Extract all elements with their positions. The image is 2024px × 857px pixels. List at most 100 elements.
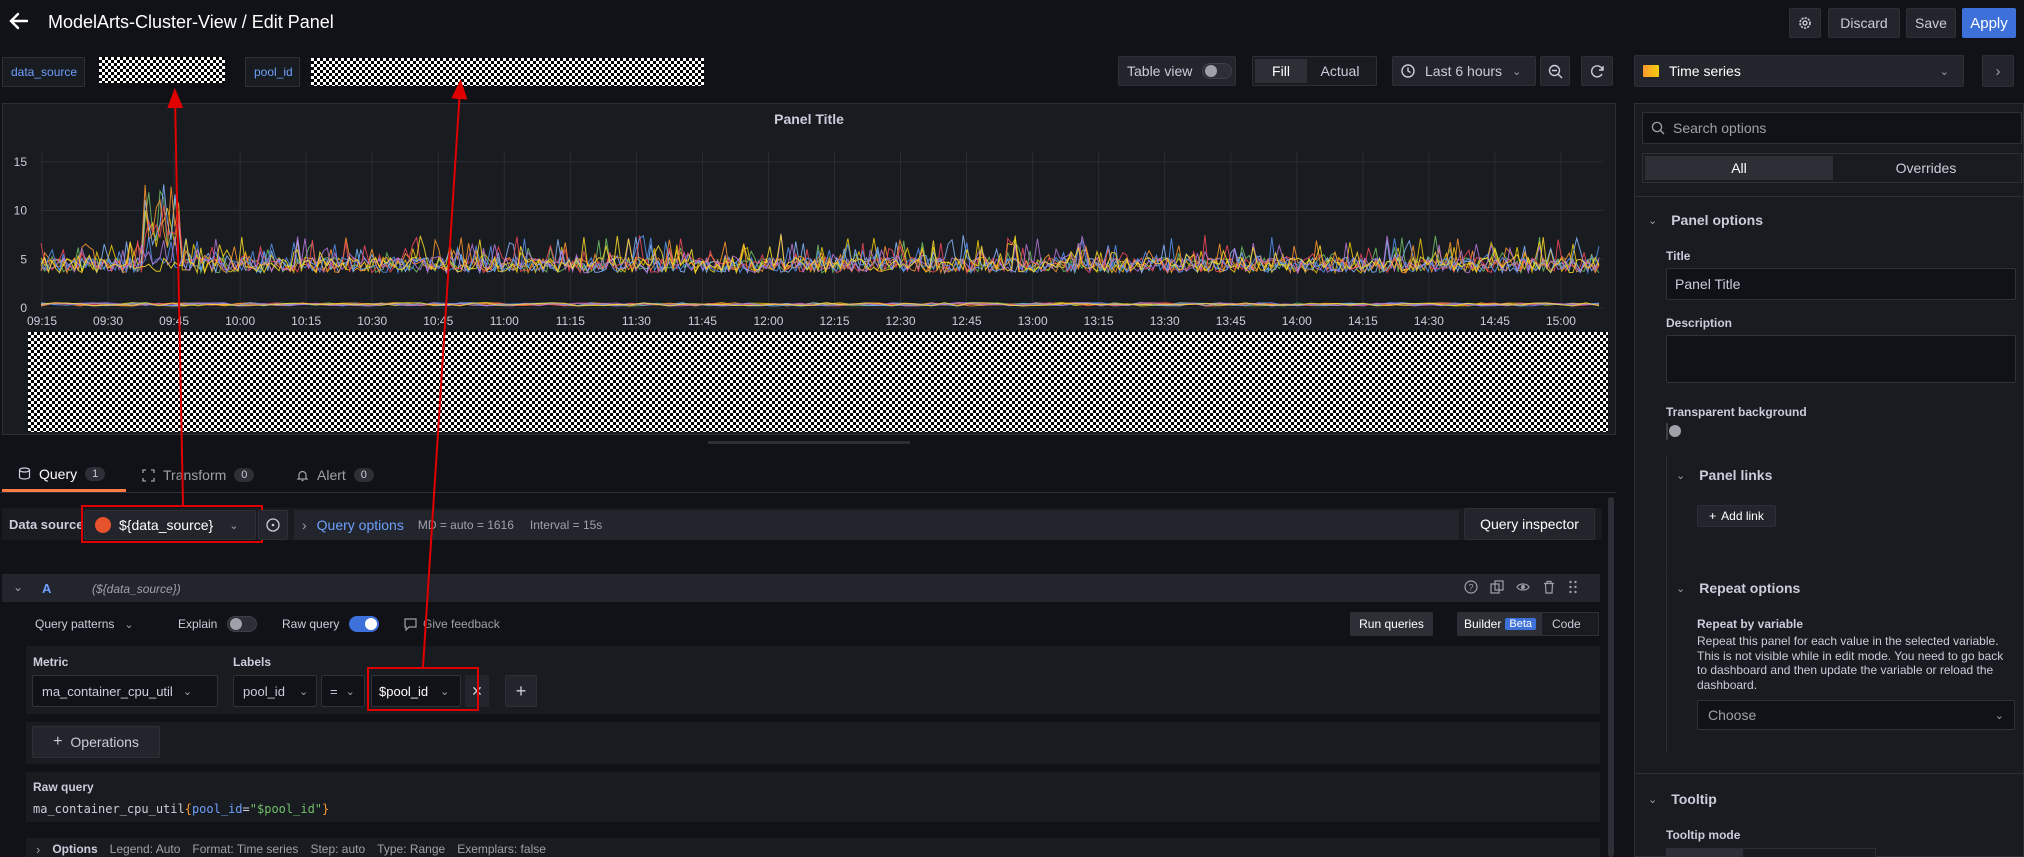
actual-option[interactable]: Actual: [1307, 59, 1373, 83]
chevron-down-icon: ⌄: [345, 685, 355, 698]
duplicate-icon[interactable]: [1490, 580, 1504, 594]
builder-mode-option[interactable]: Builder Beta: [1458, 613, 1542, 635]
overrides-tab[interactable]: Overrides: [1833, 156, 2019, 180]
give-feedback-link[interactable]: Give feedback: [404, 617, 500, 631]
title-field-label: Title: [1666, 249, 1691, 263]
query-ds-name: (${data_source}): [92, 582, 181, 596]
add-link-button[interactable]: + Add link: [1697, 505, 1776, 527]
operations-button[interactable]: + Operations: [32, 726, 160, 758]
x-tick-label: 10:45: [423, 314, 453, 328]
code-mode-option[interactable]: Code: [1552, 617, 1581, 631]
label-key-select[interactable]: pool_id ⌄: [233, 675, 317, 707]
step-option: Step: auto: [310, 842, 366, 856]
query-options-row[interactable]: › Options Legend: Auto Format: Time seri…: [26, 838, 1600, 857]
time-series-chart[interactable]: 15 10 5 009:15 09:30 09:45 10:00 10:15 10:30 10:4…: [3, 104, 1617, 334]
variable-data-source-select[interactable]: [99, 57, 225, 83]
repeat-description: Repeat this panel for each value in the …: [1697, 634, 2004, 692]
bell-icon: [296, 470, 309, 481]
panel-resize-handle[interactable]: [708, 441, 910, 444]
visualization-picker[interactable]: Time series ⌄: [1634, 55, 1964, 87]
data-source-label: Data source: [9, 517, 84, 532]
x-tick-label: 12:45: [952, 314, 982, 328]
x-tick-label: 09:45: [159, 314, 189, 328]
table-view-switch[interactable]: [1202, 63, 1233, 79]
pane-divider-2: [1634, 773, 2024, 774]
exemplars-option: Exemplars: false: [457, 842, 546, 856]
variable-data-source-label: data_source: [2, 57, 85, 87]
discard-button[interactable]: Discard: [1828, 8, 1900, 38]
x-tick-label: 10:00: [225, 314, 255, 328]
add-label-button[interactable]: +: [505, 675, 537, 707]
operations-panel: [26, 722, 1600, 764]
repeat-options-section-header[interactable]: ⌄ Repeat options: [1676, 580, 1800, 596]
eye-icon[interactable]: [1516, 580, 1530, 594]
format-option: Format: Time series: [192, 842, 299, 856]
query-a-header[interactable]: [2, 574, 1600, 602]
options-label: Options: [52, 842, 98, 856]
tooltip-mode-group[interactable]: [1666, 848, 1876, 857]
transparent-background-label: Transparent background: [1666, 405, 1807, 419]
x-tick-label: 13:45: [1216, 314, 1246, 328]
query-scrollbar[interactable]: [1608, 497, 1614, 857]
tooltip-section-header[interactable]: ⌄ Tooltip: [1648, 791, 1717, 807]
zoom-out-button[interactable]: [1540, 56, 1570, 86]
legend-area: [28, 332, 1608, 432]
query-options-label: Query options: [316, 517, 404, 533]
time-range-picker[interactable]: Last 6 hours ⌄: [1392, 56, 1536, 86]
all-tab[interactable]: All: [1645, 156, 1833, 180]
help-icon[interactable]: ?: [1464, 580, 1478, 594]
explain-toggle[interactable]: Explain: [178, 616, 258, 632]
table-view-toggle[interactable]: Table view: [1118, 56, 1236, 86]
settings-gear-button[interactable]: [1789, 8, 1821, 38]
data-source-help-button[interactable]: [258, 510, 288, 540]
pane-divider: [1634, 196, 2024, 197]
x-tick-label: 13:30: [1150, 314, 1180, 328]
explain-switch[interactable]: [227, 616, 258, 632]
fill-option[interactable]: Fill: [1255, 59, 1307, 83]
label-operator-select[interactable]: = ⌄: [321, 675, 365, 707]
editor-mode-toggle: Builder Beta Code: [1457, 612, 1599, 636]
plus-icon: +: [515, 680, 527, 701]
query-ref-id[interactable]: A: [42, 581, 51, 596]
apply-button[interactable]: Apply: [1962, 8, 2016, 38]
search-options-input[interactable]: Search options: [1642, 112, 2022, 144]
beta-badge: Beta: [1505, 618, 1536, 630]
drag-handle-icon[interactable]: [1568, 580, 1578, 594]
variable-pool-id-select[interactable]: [311, 58, 704, 86]
chevron-down-icon: ⌄: [1994, 709, 2004, 722]
chart-panel: Panel Title 15 10 5 0 09:15 09:30 09:45 10:00 10…: [2, 103, 1616, 435]
query-patterns-dropdown[interactable]: Query patterns ⌄: [35, 617, 134, 631]
repeat-variable-select[interactable]: Choose ⌄: [1697, 700, 2015, 730]
raw-query-toggle[interactable]: Raw query: [282, 616, 380, 632]
chevron-right-icon: ›: [36, 841, 41, 857]
tab-transform[interactable]: Transform 0: [142, 458, 255, 492]
query-options-toggle[interactable]: › Query options MD = auto = 1616 Interva…: [294, 510, 1459, 540]
back-arrow-icon[interactable]: [8, 10, 30, 32]
tooltip-mode-label: Tooltip mode: [1666, 828, 1741, 842]
all-overrides-toggle: All Overrides: [1642, 153, 2022, 183]
run-queries-button[interactable]: Run queries: [1350, 612, 1433, 636]
collapse-chevron-icon[interactable]: ⌄: [13, 580, 23, 594]
label-value-highlight: [367, 667, 479, 711]
explain-label: Explain: [178, 617, 218, 631]
query-row-actions: ?: [1464, 580, 1578, 594]
collapse-options-button[interactable]: ›: [1982, 55, 2014, 87]
title-field[interactable]: Panel Title: [1666, 268, 2016, 300]
panel-links-section-header[interactable]: ⌄ Panel links: [1676, 467, 1772, 483]
description-field[interactable]: [1666, 335, 2016, 383]
add-link-label: Add link: [1721, 509, 1764, 523]
time-series-icon: [1643, 65, 1659, 77]
transparent-background-switch[interactable]: [1666, 423, 1668, 440]
chevron-right-icon: ›: [1995, 62, 2001, 80]
tooltip-mode-active[interactable]: [1667, 849, 1743, 857]
save-button[interactable]: Save: [1906, 8, 1956, 38]
tab-alert[interactable]: Alert 0: [296, 458, 374, 492]
trash-icon[interactable]: [1542, 580, 1556, 594]
tab-query[interactable]: Query 1: [2, 458, 126, 492]
metric-select[interactable]: ma_container_cpu_util ⌄: [32, 675, 218, 707]
panel-options-section-header[interactable]: ⌄ Panel options: [1648, 212, 1763, 228]
refresh-button[interactable]: [1581, 56, 1613, 86]
visualization-label: Time series: [1669, 63, 1741, 79]
query-inspector-button[interactable]: Query inspector: [1464, 508, 1595, 540]
raw-query-switch[interactable]: [349, 616, 380, 632]
